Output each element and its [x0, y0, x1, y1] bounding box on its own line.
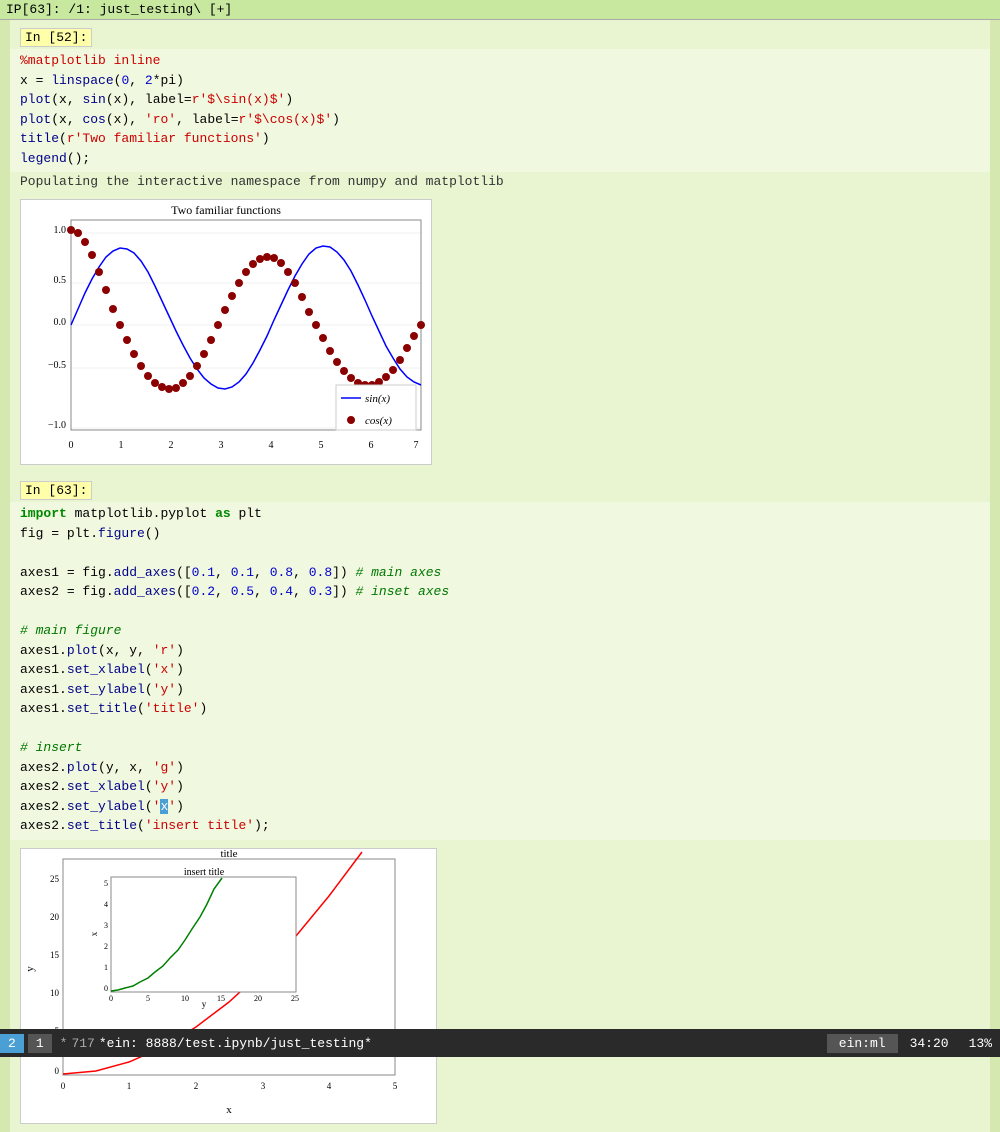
svg-text:4: 4 [104, 900, 108, 909]
cell-63-label: In [63]: [20, 481, 92, 500]
plot-1-svg: Two familiar functions 1.0 0.5 0.0 −0.5 … [21, 200, 431, 460]
svg-text:5: 5 [319, 440, 324, 451]
plot-2: title y x 0 5 10 15 20 25 0 1 2 3 4 5 [20, 848, 437, 1124]
svg-text:7: 7 [414, 440, 419, 451]
svg-text:15: 15 [217, 994, 225, 1003]
svg-text:20: 20 [50, 912, 60, 922]
svg-text:2: 2 [169, 440, 174, 451]
status-filename: *ein: 8888/test.ipynb/just_testing* [99, 1036, 819, 1051]
svg-text:y: y [24, 965, 36, 971]
title-bar: IP[63]: /1: just_testing\ [+] [0, 0, 1000, 20]
svg-text:1: 1 [119, 440, 124, 451]
svg-text:3: 3 [219, 440, 224, 451]
svg-text:1: 1 [127, 1081, 132, 1091]
svg-text:1.0: 1.0 [54, 225, 67, 236]
status-position: 34:20 [898, 1034, 961, 1053]
svg-text:0: 0 [109, 994, 113, 1003]
svg-text:cos(x): cos(x) [365, 415, 392, 427]
plot-2-svg: title y x 0 5 10 15 20 25 0 1 2 3 4 5 [21, 849, 436, 1119]
svg-text:−0.5: −0.5 [48, 360, 66, 371]
svg-text:3: 3 [261, 1081, 266, 1091]
notebook: In [52]: %matplotlib inline x = linspace… [10, 20, 990, 1132]
cell-52-output: Populating the interactive namespace fro… [10, 172, 990, 191]
svg-text:0: 0 [69, 440, 74, 451]
cell-52-label: In [52]: [20, 28, 92, 47]
svg-text:10: 10 [50, 988, 60, 998]
svg-text:2: 2 [104, 942, 108, 951]
svg-text:−1.0: −1.0 [48, 420, 66, 431]
svg-text:1: 1 [104, 963, 108, 972]
title-text: IP[63]: /1: just_testing\ [+] [6, 2, 232, 17]
svg-text:25: 25 [50, 874, 60, 884]
svg-text:25: 25 [291, 994, 299, 1003]
svg-text:10: 10 [181, 994, 189, 1003]
svg-text:x: x [226, 1104, 232, 1116]
svg-text:0: 0 [61, 1081, 66, 1091]
svg-text:5: 5 [393, 1081, 398, 1091]
plot-1-title: Two familiar functions [171, 203, 281, 217]
svg-text:sin(x): sin(x) [365, 393, 390, 405]
svg-text:15: 15 [50, 950, 60, 960]
svg-text:0: 0 [55, 1066, 60, 1076]
svg-text:0: 0 [104, 984, 108, 993]
svg-text:0.5: 0.5 [54, 275, 67, 286]
status-mode: ein:ml [827, 1034, 898, 1053]
svg-text:2: 2 [194, 1081, 199, 1091]
svg-text:0.0: 0.0 [54, 317, 67, 328]
status-percent: 13% [961, 1034, 1000, 1053]
svg-text:5: 5 [104, 879, 108, 888]
svg-text:x: x [89, 931, 99, 936]
svg-text:5: 5 [146, 994, 150, 1003]
status-cell-num1: 2 [0, 1034, 24, 1053]
cell-52-code[interactable]: %matplotlib inline x = linspace(0, 2*pi)… [10, 49, 990, 172]
svg-text:y: y [202, 999, 207, 1009]
svg-text:6: 6 [369, 440, 374, 451]
cell-63-code[interactable]: import matplotlib.pyplot as plt fig = pl… [10, 502, 990, 840]
svg-text:3: 3 [104, 921, 108, 930]
svg-text:20: 20 [254, 994, 262, 1003]
cell-52-output-text: Populating the interactive namespace fro… [20, 174, 504, 189]
status-cell-num2: 1 [28, 1034, 52, 1053]
status-bar: 2 1 * 717 *ein: 8888/test.ipynb/just_tes… [0, 1029, 1000, 1057]
svg-text:4: 4 [269, 440, 274, 451]
plot-1: Two familiar functions 1.0 0.5 0.0 −0.5 … [20, 199, 432, 465]
status-modified: * [60, 1036, 68, 1051]
cell-52: In [52]: %matplotlib inline x = linspace… [10, 20, 990, 473]
svg-text:4: 4 [327, 1081, 332, 1091]
status-line-count: 717 [71, 1036, 94, 1051]
plot-2-main-title: title [220, 849, 237, 860]
plot-2-inset-title: insert title [184, 867, 225, 878]
